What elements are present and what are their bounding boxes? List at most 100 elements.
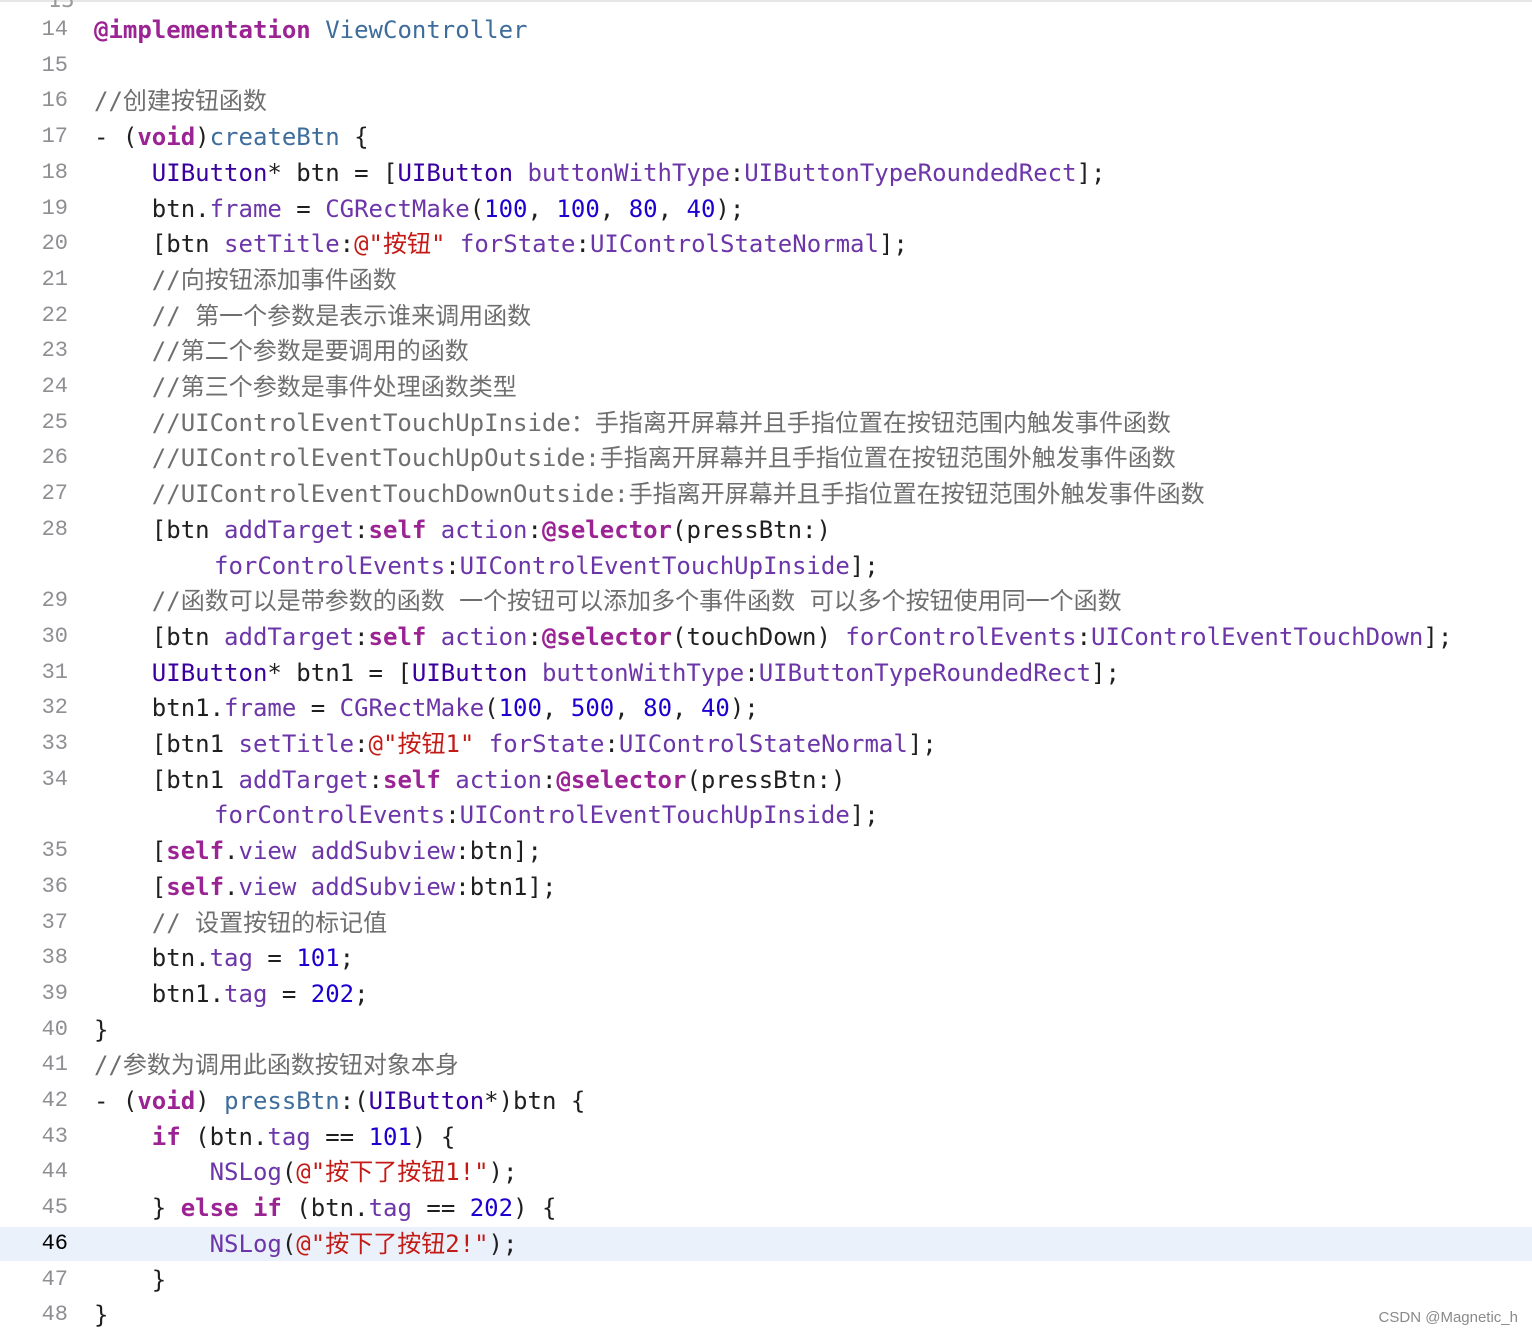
code-text[interactable]: //UIControlEventTouchDownOutside:手指离开屏幕并… (94, 477, 1205, 511)
line-number[interactable]: 27 (0, 477, 68, 511)
line-number[interactable]: 21 (0, 263, 68, 297)
code-line[interactable]: 24 //第三个参数是事件处理函数类型 (0, 370, 1532, 404)
code-line[interactable]: 15 (0, 49, 1532, 83)
code-line[interactable]: 44 NSLog(@"按下了按钮1!"); (0, 1155, 1532, 1189)
line-number[interactable]: 47 (0, 1263, 68, 1297)
code-line[interactable]: 48} (0, 1298, 1532, 1332)
line-number[interactable]: 14 (0, 13, 68, 47)
line-number[interactable]: 22 (0, 299, 68, 333)
line-number[interactable]: 24 (0, 370, 68, 404)
line-number[interactable]: 23 (0, 334, 68, 368)
line-number[interactable]: 46 (0, 1227, 68, 1261)
code-line[interactable]: 46 NSLog(@"按下了按钮2!"); (0, 1226, 1532, 1261)
code-line[interactable]: 34 [btn1 addTarget:self action:@selector… (0, 763, 1532, 797)
code-text[interactable]: //函数可以是带参数的函数 一个按钮可以添加多个事件函数 可以多个按钮使用同一个… (94, 584, 1122, 618)
code-line[interactable]: 19 btn.frame = CGRectMake(100, 100, 80, … (0, 192, 1532, 226)
code-text[interactable]: // 设置按钮的标记值 (94, 906, 387, 940)
code-text[interactable]: // 第一个参数是表示谁来调用函数 (94, 299, 531, 333)
code-text[interactable]: [btn addTarget:self action:@selector(tou… (94, 620, 1452, 654)
line-number[interactable]: 17 (0, 120, 68, 154)
line-number[interactable]: 34 (0, 763, 68, 797)
code-text[interactable]: } else if (btn.tag == 202) { (94, 1191, 557, 1225)
code-line[interactable]: 36 [self.view addSubview:btn1]; (0, 870, 1532, 904)
code-text[interactable]: [btn1 addTarget:self action:@selector(pr… (94, 763, 846, 797)
code-line-wrapped[interactable]: forControlEvents:UIControlEventTouchUpIn… (0, 798, 1532, 832)
line-number[interactable]: 18 (0, 156, 68, 190)
code-text[interactable]: btn.tag = 101; (94, 941, 354, 975)
code-line[interactable]: 39 btn1.tag = 202; (0, 977, 1532, 1011)
line-number[interactable]: 31 (0, 656, 68, 690)
code-line[interactable]: 47 } (0, 1263, 1532, 1297)
code-text[interactable]: [btn setTitle:@"按钮" forState:UIControlSt… (94, 227, 908, 261)
code-text[interactable]: [self.view addSubview:btn1]; (94, 870, 557, 904)
code-text[interactable]: NSLog(@"按下了按钮2!"); (94, 1227, 518, 1261)
line-number[interactable]: 42 (0, 1084, 68, 1118)
code-text[interactable]: //向按钮添加事件函数 (94, 263, 397, 297)
code-line[interactable]: 18 UIButton* btn = [UIButton buttonWithT… (0, 156, 1532, 190)
code-line[interactable]: 16 //创建按钮函数 (0, 84, 1532, 118)
line-number[interactable]: 48 (0, 1298, 68, 1332)
line-number[interactable]: 16 (0, 84, 68, 118)
line-number[interactable]: 44 (0, 1155, 68, 1189)
line-number[interactable]: 20 (0, 227, 68, 261)
code-editor[interactable]: 13 14 @implementation ViewController 15 16 /… (0, 0, 1532, 1334)
code-text-continuation[interactable]: forControlEvents:UIControlEventTouchUpIn… (214, 549, 879, 583)
code-text[interactable]: [self.view addSubview:btn]; (94, 834, 542, 868)
line-number[interactable]: 45 (0, 1191, 68, 1225)
line-number[interactable]: 32 (0, 691, 68, 725)
line-number[interactable]: 36 (0, 870, 68, 904)
code-text[interactable]: [btn1 setTitle:@"按钮1" forState:UIControl… (94, 727, 937, 761)
code-line[interactable]: 31 UIButton* btn1 = [UIButton buttonWith… (0, 656, 1532, 690)
code-text[interactable]: NSLog(@"按下了按钮1!"); (94, 1155, 518, 1189)
line-number[interactable]: 26 (0, 441, 68, 475)
code-line[interactable]: 35 [self.view addSubview:btn]; (0, 834, 1532, 868)
line-number[interactable]: 25 (0, 406, 68, 440)
code-text[interactable]: //UIControlEventTouchUpInside：手指离开屏幕并且手指… (94, 406, 1171, 440)
code-text[interactable]: } (94, 1298, 108, 1332)
code-line[interactable]: 32 btn1.frame = CGRectMake(100, 500, 80,… (0, 691, 1532, 725)
code-text[interactable]: //第三个参数是事件处理函数类型 (94, 370, 517, 404)
code-text[interactable]: //创建按钮函数 (94, 84, 267, 118)
line-number[interactable]: 30 (0, 620, 68, 654)
line-number[interactable]: 38 (0, 941, 68, 975)
code-line[interactable]: 45 } else if (btn.tag == 202) { (0, 1191, 1532, 1225)
code-text[interactable]: @implementation ViewController (94, 13, 528, 47)
code-text[interactable]: btn.frame = CGRectMake(100, 100, 80, 40)… (94, 192, 745, 226)
code-line[interactable]: 17 - (void)createBtn { (0, 120, 1532, 154)
code-line[interactable]: 38 btn.tag = 101; (0, 941, 1532, 975)
code-text[interactable]: //UIControlEventTouchUpOutside:手指离开屏幕并且手… (94, 441, 1176, 475)
code-line[interactable]: 30 [btn addTarget:self action:@selector(… (0, 620, 1532, 654)
line-number[interactable]: 15 (0, 49, 68, 83)
code-line-wrapped[interactable]: forControlEvents:UIControlEventTouchUpIn… (0, 549, 1532, 583)
code-line[interactable]: 33 [btn1 setTitle:@"按钮1" forState:UICont… (0, 727, 1532, 761)
line-number[interactable]: 41 (0, 1048, 68, 1082)
line-number[interactable]: 28 (0, 513, 68, 547)
code-text[interactable]: } (94, 1013, 108, 1047)
line-number[interactable]: 29 (0, 584, 68, 618)
line-number[interactable]: 40 (0, 1013, 68, 1047)
code-line[interactable]: 42 - (void) pressBtn:(UIButton*)btn { (0, 1084, 1532, 1118)
code-text[interactable]: UIButton* btn1 = [UIButton buttonWithTyp… (94, 656, 1120, 690)
code-line[interactable]: 25 //UIControlEventTouchUpInside：手指离开屏幕并… (0, 406, 1532, 440)
code-line[interactable]: 27 //UIControlEventTouchDownOutside:手指离开… (0, 477, 1532, 511)
line-number[interactable]: 33 (0, 727, 68, 761)
code-line[interactable]: 41 //参数为调用此函数按钮对象本身 (0, 1048, 1532, 1082)
code-text[interactable]: UIButton* btn = [UIButton buttonWithType… (94, 156, 1106, 190)
code-line[interactable]: 22 // 第一个参数是表示谁来调用函数 (0, 299, 1532, 333)
code-line[interactable]: 20 [btn setTitle:@"按钮" forState:UIContro… (0, 227, 1532, 261)
code-line[interactable]: 29 //函数可以是带参数的函数 一个按钮可以添加多个事件函数 可以多个按钮使用… (0, 584, 1532, 618)
code-text[interactable]: btn1.frame = CGRectMake(100, 500, 80, 40… (94, 691, 759, 725)
code-line[interactable]: 26 //UIControlEventTouchUpOutside:手指离开屏幕… (0, 441, 1532, 475)
code-text[interactable]: btn1.tag = 202; (94, 977, 369, 1011)
code-line[interactable]: 37 // 设置按钮的标记值 (0, 906, 1532, 940)
code-line[interactable]: 14 @implementation ViewController (0, 13, 1532, 47)
code-text[interactable]: - (void) pressBtn:(UIButton*)btn { (94, 1084, 585, 1118)
code-line[interactable]: 28 [btn addTarget:self action:@selector(… (0, 513, 1532, 547)
code-line[interactable]: 40} (0, 1013, 1532, 1047)
line-number[interactable]: 35 (0, 834, 68, 868)
code-text-continuation[interactable]: forControlEvents:UIControlEventTouchUpIn… (214, 798, 879, 832)
line-number[interactable]: 37 (0, 906, 68, 940)
line-number[interactable]: 43 (0, 1120, 68, 1154)
code-text[interactable]: //第二个参数是要调用的函数 (94, 334, 469, 368)
line-number[interactable]: 19 (0, 192, 68, 226)
